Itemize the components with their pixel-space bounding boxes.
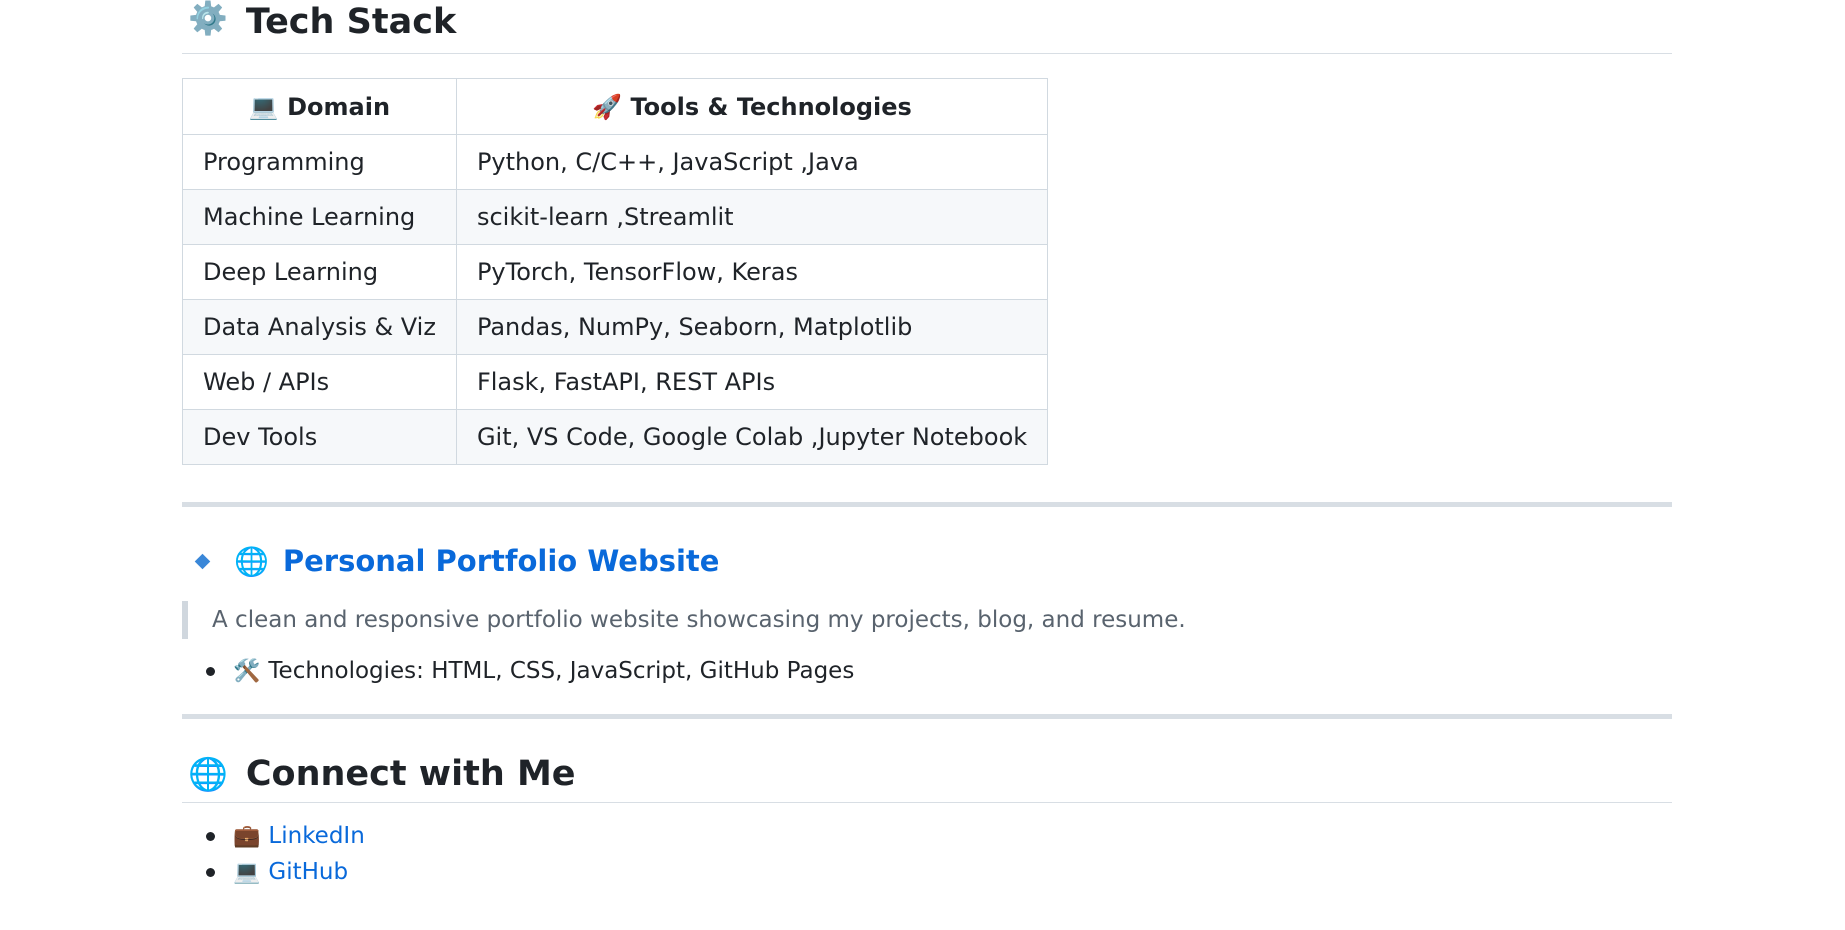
readme-content: ⚙️ Tech Stack 💻 Domain 🚀 Tools & Technol… — [182, 0, 1672, 890]
technologies-text: Technologies: HTML, CSS, JavaScript, Git… — [268, 658, 855, 684]
tools-header: 🚀 Tools & Technologies — [455, 78, 1049, 135]
tech-stack-heading: ⚙️ Tech Stack — [182, 0, 1672, 54]
domain-cell: Machine Learning — [182, 189, 457, 245]
list-item: 💼 LinkedIn — [182, 818, 1672, 854]
list-item: 🛠️ Technologies: HTML, CSS, JavaScript, … — [182, 650, 1672, 692]
section-divider — [182, 714, 1672, 719]
github-link[interactable]: GitHub — [268, 859, 348, 885]
gear-icon: ⚙️ — [188, 0, 228, 37]
table-row: Data Analysis & Viz Pandas, NumPy, Seabo… — [182, 299, 1049, 355]
table-header-row: 💻 Domain 🚀 Tools & Technologies — [182, 78, 1049, 135]
laptop-icon: 💻 — [248, 92, 279, 121]
table-row: Machine Learning scikit-learn ,Streamlit — [182, 189, 1049, 245]
bullet-icon — [206, 867, 215, 877]
bullet-icon — [206, 831, 215, 841]
globe-icon: 🌐 — [188, 754, 228, 793]
tools-cell: scikit-learn ,Streamlit — [455, 189, 1049, 245]
tech-stack-title: Tech Stack — [245, 2, 457, 42]
project-title: Personal Portfolio Website — [282, 544, 720, 578]
tools-cell: Pandas, NumPy, Seaborn, Matplotlib — [455, 299, 1049, 355]
domain-cell: Programming — [182, 134, 457, 190]
diamond-icon — [194, 553, 211, 569]
tech-stack-table: 💻 Domain 🚀 Tools & Technologies Programm… — [182, 78, 1049, 465]
domain-cell: Dev Tools — [182, 409, 457, 465]
rocket-icon: 🚀 — [592, 92, 623, 121]
section-divider — [182, 502, 1672, 507]
tools-cell: Flask, FastAPI, REST APIs — [455, 354, 1049, 410]
briefcase-icon: 💼 — [233, 823, 261, 849]
linkedin-link[interactable]: LinkedIn — [268, 823, 364, 849]
domain-cell: Web / APIs — [182, 354, 457, 410]
tools-cell: Python, C/C++, JavaScript ,Java — [455, 134, 1049, 190]
connect-links-list: 💼 LinkedIn 💻 GitHub — [182, 818, 1672, 890]
table-row: Programming Python, C/C++, JavaScript ,J… — [182, 134, 1049, 190]
domain-header: 💻 Domain — [182, 78, 457, 135]
tools-cell: Git, VS Code, Google Colab ,Jupyter Note… — [455, 409, 1049, 465]
connect-title: Connect with Me — [245, 753, 576, 794]
laptop-icon: 💻 — [233, 859, 261, 885]
connect-heading: 🌐 Connect with Me — [182, 745, 1672, 803]
tools-cell: PyTorch, TensorFlow, Keras — [455, 244, 1049, 300]
project-heading: 🌐 Personal Portfolio Website — [182, 539, 1672, 583]
globe-icon: 🌐 — [234, 544, 269, 578]
table-row: Deep Learning PyTorch, TensorFlow, Keras — [182, 244, 1049, 300]
domain-cell: Data Analysis & Viz — [182, 299, 457, 355]
project-details-list: 🛠️ Technologies: HTML, CSS, JavaScript, … — [182, 650, 1672, 692]
domain-cell: Deep Learning — [182, 244, 457, 300]
bullet-icon — [206, 666, 215, 676]
table-row: Web / APIs Flask, FastAPI, REST APIs — [182, 354, 1049, 410]
table-row: Dev Tools Git, VS Code, Google Colab ,Ju… — [182, 409, 1049, 465]
list-item: 💻 GitHub — [182, 854, 1672, 890]
project-description: A clean and responsive portfolio website… — [182, 601, 1672, 639]
tools-icon: 🛠️ — [233, 658, 261, 684]
